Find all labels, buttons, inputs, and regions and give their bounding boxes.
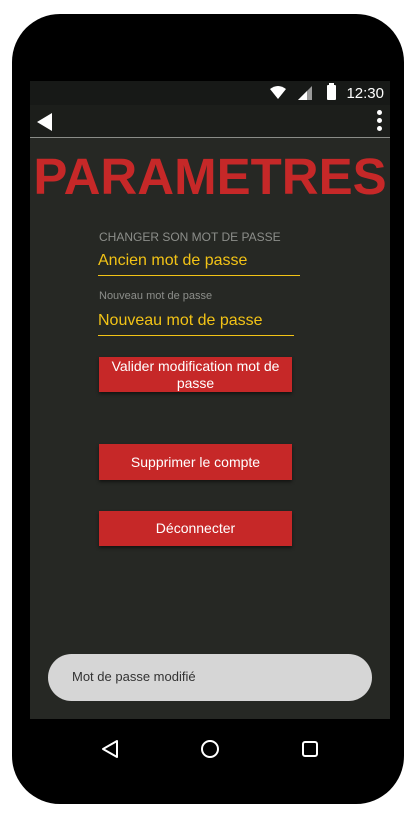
validate-password-label: Valider modification mot de passe: [111, 357, 280, 391]
toast-message: Mot de passe modifié: [72, 669, 196, 684]
battery-icon: [327, 83, 336, 100]
toast-notification: Mot de passe modifié: [48, 654, 372, 701]
delete-account-button[interactable]: Supprimer le compte: [99, 444, 292, 480]
app-screen: 12:30 PARAMETRES CHANGER SON MOT DE PASS…: [30, 81, 390, 719]
nav-home-icon[interactable]: [200, 739, 220, 759]
old-password-placeholder: Ancien mot de passe: [98, 252, 248, 269]
menu-dot: [377, 126, 382, 131]
validate-password-button[interactable]: Valider modification mot de passe: [99, 357, 292, 392]
new-password-label: Nouveau mot de passe: [99, 290, 213, 302]
nav-recents-icon[interactable]: [301, 739, 319, 759]
status-bar: 12:30: [30, 81, 390, 105]
old-password-field[interactable]: Ancien mot de passe: [98, 252, 300, 276]
page-title: PARAMETRES: [33, 148, 387, 205]
signal-icon: [298, 86, 312, 100]
new-password-placeholder: Nouveau mot de passe: [98, 312, 263, 329]
menu-dot: [377, 118, 382, 123]
wifi-icon: [270, 86, 286, 99]
menu-dot: [377, 110, 382, 115]
logout-button[interactable]: Déconnecter: [99, 511, 292, 546]
app-bar: [30, 105, 390, 138]
back-arrow-icon[interactable]: [34, 111, 56, 133]
status-time: 12:30: [346, 85, 384, 102]
nav-back-icon[interactable]: [101, 739, 119, 759]
change-password-heading: CHANGER SON MOT DE PASSE: [99, 230, 281, 244]
overflow-menu-icon[interactable]: [372, 109, 386, 133]
new-password-field[interactable]: Nouveau mot de passe: [98, 312, 294, 336]
system-nav-bar: [30, 719, 390, 783]
